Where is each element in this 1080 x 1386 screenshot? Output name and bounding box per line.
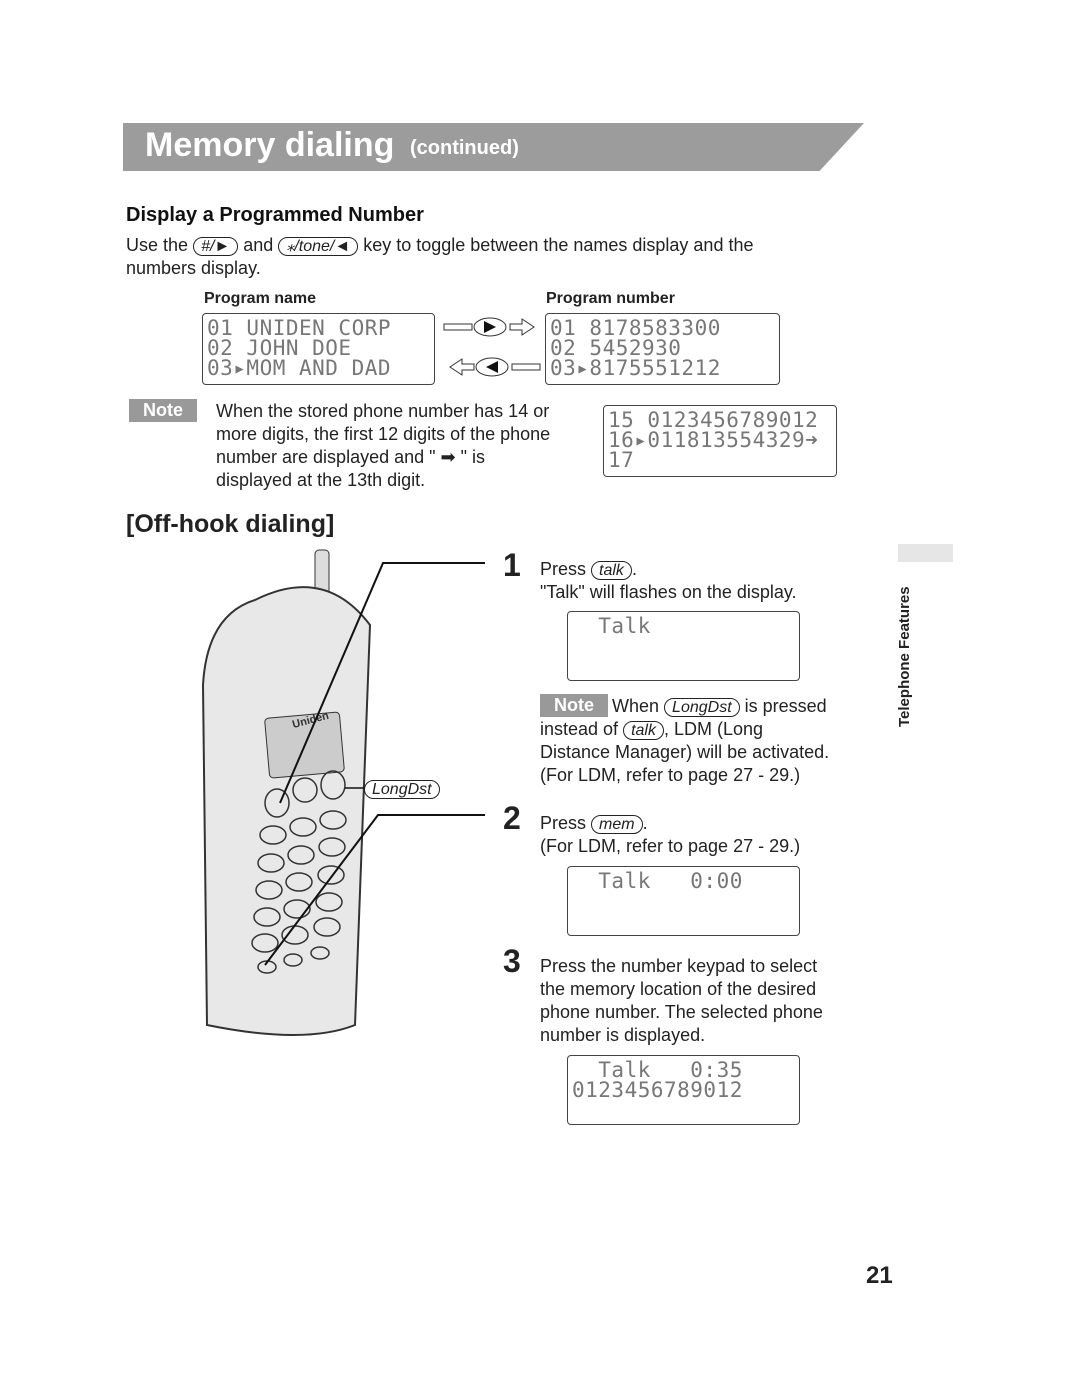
text: and [243, 235, 274, 255]
text: , LDM (Long [663, 719, 764, 739]
page-title: Memory dialing [145, 126, 395, 164]
mem-key: mem [591, 815, 643, 834]
note-line: more digits, the first 12 digits of the … [216, 424, 551, 444]
longdst-key: LongDst [664, 698, 740, 717]
step-1-text: Press talk. "Talk" will flashes on the d… [540, 559, 797, 602]
hash-right-key: #/► [193, 237, 239, 256]
lcd-talk-flash: Talk [567, 611, 800, 681]
section-heading: Display a Programmed Number [126, 204, 424, 226]
text: Use the [126, 235, 189, 255]
lcd-long-number: 15 0123456789012 16▸011813554329➜ 17 [603, 405, 837, 477]
instruction-text: Use the #/► and ⁎/tone/◄ key to toggle b… [126, 234, 846, 280]
talk-key: talk [591, 561, 632, 580]
side-tab-label: Telephone Features [896, 586, 913, 727]
note-line: displayed at the 13th digit. [216, 470, 426, 490]
text: the memory location of the desired [540, 979, 817, 999]
manual-page: Memory dialing (continued) Display a Pro… [0, 0, 1080, 1386]
text: (For LDM, refer to page 27 - 29.) [540, 836, 801, 856]
longdst-callout: LongDst [364, 780, 440, 799]
text: number is displayed. [540, 1025, 706, 1045]
text: Press [540, 813, 587, 833]
note-line: When the stored phone number has 14 or [216, 401, 550, 421]
program-number-label: Program number [546, 290, 675, 307]
text: is pressed [744, 696, 827, 716]
page-number: 21 [866, 1262, 893, 1289]
program-name-label: Program name [204, 290, 317, 307]
talk-key: talk [623, 721, 664, 740]
step-number: 2 [503, 800, 521, 836]
lcd-talk-number: Talk 0:35 0123456789012 [567, 1055, 800, 1125]
step-3-text: Press the number keypad to select the me… [540, 955, 823, 1047]
ldm-note-text: When LongDst is pressed instead of talk,… [540, 695, 860, 787]
text: Press [540, 559, 587, 579]
step-number: 1 [503, 547, 521, 583]
text: phone number. The selected phone [540, 1002, 823, 1022]
note-line: number are displayed and " ➡ " is [216, 447, 485, 467]
side-tab-marker [898, 544, 953, 562]
text: Press the number keypad to select [540, 956, 818, 976]
star-tone-left-key: ⁎/tone/◄ [278, 237, 359, 256]
lcd-program-names: 01 UNIDEN CORP 02 JOHN DOE 03▸MOM AND DA… [202, 313, 435, 385]
text: key to toggle between the names display … [363, 235, 754, 255]
step-2-text: Press mem. (For LDM, refer to page 27 - … [540, 813, 801, 856]
text: instead of [540, 719, 619, 739]
note-text: When the stored phone number has 14 or m… [216, 400, 596, 492]
toggle-arrows-icon [443, 317, 541, 377]
note-badge: Note [129, 399, 197, 422]
step-number: 3 [503, 943, 521, 979]
text: "Talk" will flashes on the display. [540, 582, 797, 602]
text: When [612, 696, 660, 716]
text: numbers display. [126, 258, 261, 278]
lcd-program-numbers: 01 8178583300 02 5452930 03▸8175551212 [545, 313, 780, 385]
handset-illustration: Uniden [201, 549, 485, 1036]
text: (For LDM, refer to page 27 - 29.) [540, 765, 801, 785]
page-subtitle: (continued) [410, 137, 519, 159]
text: Distance Manager) will be activated. [540, 742, 830, 762]
section-heading: [Off-hook dialing] [126, 510, 335, 538]
lcd-talk-timer: Talk 0:00 [567, 866, 800, 936]
